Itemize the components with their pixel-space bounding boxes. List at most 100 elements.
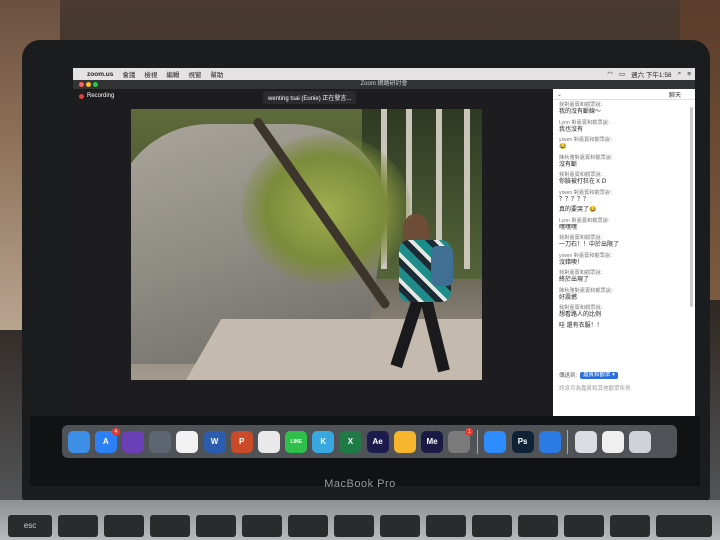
- chat-message: 我對嘉賓和觀眾說： 你臉被打狂在ＸＤ: [559, 172, 689, 186]
- chat-message: 陳秋雅對嘉賓和觀眾說： 沒有斷: [559, 155, 689, 169]
- battery-icon[interactable]: ▭: [619, 70, 625, 78]
- dock-separator: [567, 429, 569, 454]
- keyboard-key[interactable]: [150, 515, 190, 537]
- excel-icon[interactable]: X: [339, 430, 362, 453]
- chat-message-text: ？？？？？: [559, 196, 590, 203]
- esc-key[interactable]: esc: [8, 515, 52, 537]
- chat-message-text: 哇 還有衣服！！: [559, 322, 603, 329]
- menu-item-window[interactable]: 視窗: [188, 69, 201, 79]
- chat-message: yiwen 對嘉賓和觀眾說：？？？？？: [559, 190, 689, 204]
- keyboard-key[interactable]: [426, 515, 466, 537]
- keyboard-key[interactable]: [610, 515, 650, 537]
- keyboard-key[interactable]: [472, 515, 512, 537]
- chat-message: Lynn 對嘉賓和觀眾說： 嘿嘿嘿: [559, 218, 689, 232]
- chat-message-text: 我也沒有: [559, 126, 584, 133]
- keynote-icon[interactable]: [538, 430, 561, 453]
- chat-message: 我對嘉賓和觀眾說： 終於出現了: [559, 270, 689, 284]
- chat-message-sender: yiwen 對嘉賓和觀眾說：: [559, 137, 616, 143]
- chat-message-list[interactable]: 我對嘉賓和觀眾說： 我的沒有斷線～ Lynn 對嘉賓和觀眾說： 我也沒有 yiwen 對…: [553, 100, 695, 355]
- siri-icon[interactable]: [121, 430, 144, 453]
- chat-message-text: 我的沒有斷線～: [559, 109, 602, 115]
- document-icon[interactable]: [602, 430, 625, 453]
- preview-folder-icon[interactable]: [574, 430, 597, 453]
- menu-item-edit[interactable]: 編輯: [166, 69, 179, 79]
- trash-icon[interactable]: [629, 430, 652, 453]
- keyboard-key[interactable]: [104, 515, 144, 537]
- keyboard-key[interactable]: [196, 515, 236, 537]
- chat-input[interactable]: 訊息可為嘉賓和其他觀眾所見: [559, 384, 689, 392]
- chat-message-text: 你臉被打狂在ＸＤ: [559, 179, 608, 185]
- photos-icon[interactable]: [176, 430, 199, 453]
- search-icon[interactable]: ⌕: [678, 70, 682, 78]
- chat-message: 我對嘉賓和觀眾說： 我的沒有斷線～: [559, 102, 689, 116]
- chat-message-sender: 我對嘉賓和觀眾說：: [559, 235, 606, 241]
- window-close-button[interactable]: [79, 82, 84, 87]
- chat-message-text: 😂: [559, 144, 567, 150]
- app-store-icon[interactable]: A4: [94, 427, 120, 453]
- system-preferences-icon[interactable]: 1: [448, 427, 474, 453]
- window-titlebar: Zoom 網路研討會: [73, 80, 695, 89]
- chat-message: Lynn 對嘉賓和觀眾說： 我也沒有: [559, 120, 689, 134]
- chat-footer: 傳送到: 嘉賓和觀眾 ▾ 訊息可為嘉賓和其他觀眾所見: [553, 371, 695, 392]
- chrome-icon[interactable]: [257, 430, 280, 453]
- powerpoint-icon[interactable]: P: [230, 430, 253, 453]
- chat-message: yiwen 對嘉賓和觀眾說： 沒錯噢！: [559, 253, 689, 267]
- window-maximize-button[interactable]: [93, 82, 98, 87]
- chat-message-sender: 陳秋雅對嘉賓和觀眾說：: [559, 154, 617, 161]
- menubar-clock[interactable]: 週六 下午1:58: [631, 69, 671, 79]
- keyboard-key[interactable]: [334, 515, 374, 537]
- chat-message-text: 真的要哭了😂: [559, 207, 597, 213]
- keyboard-key[interactable]: [656, 515, 712, 537]
- menubar-app-name[interactable]: zoom.us: [87, 71, 113, 78]
- chat-message-text: 想看路人的比例: [559, 312, 602, 318]
- chat-message-sender: 我對嘉賓和觀眾說：: [559, 270, 606, 276]
- dock: A 4 W P LINE K X Ae Me 1 Ps: [62, 425, 677, 458]
- chat-message-sender: Lynn 對嘉賓和觀眾說：: [559, 217, 613, 224]
- chevron-down-icon[interactable]: ⌄: [557, 91, 567, 98]
- person-leg: [420, 297, 450, 373]
- send-to-dropdown[interactable]: 嘉賓和觀眾 ▾: [580, 371, 618, 379]
- after-effects-icon[interactable]: Ae: [366, 430, 389, 453]
- control-center-icon[interactable]: ≡: [687, 71, 691, 78]
- chat-title: 聊天: [668, 92, 681, 99]
- menu-item-help[interactable]: 幫助: [210, 69, 223, 79]
- chat-message-sender: 我對嘉賓和觀眾說：: [559, 172, 606, 178]
- chat-message-text: 沒錯噢！: [559, 259, 584, 266]
- menu-item-view[interactable]: 檢視: [144, 69, 157, 79]
- wifi-icon[interactable]: ◠: [607, 70, 613, 78]
- recording-indicator[interactable]: Recording: [79, 93, 114, 99]
- chat-message: 哇 還有衣服！！: [559, 323, 689, 330]
- word-icon[interactable]: W: [203, 430, 226, 453]
- chat-scrollbar[interactable]: [690, 107, 693, 307]
- active-speaker-label: wenting tsai (Eunie) 正在發言...: [263, 91, 357, 104]
- line-icon[interactable]: LINE: [285, 430, 308, 453]
- keyboard-key[interactable]: [288, 515, 328, 537]
- media-encoder-icon[interactable]: Me: [421, 430, 444, 453]
- menu-item-meeting[interactable]: 會議: [122, 69, 135, 79]
- chat-message: 真的要哭了😂: [559, 207, 689, 214]
- person-backpack: [431, 246, 453, 286]
- keyboard-key[interactable]: [58, 515, 98, 537]
- menubar: zoom.us 會議 檢視 編輯 視窗 幫助 ◠ ▭ 週六 下午1:58 ⌕ ≡: [73, 68, 695, 80]
- chat-message-sender: 我對嘉賓和觀眾說：: [559, 102, 606, 108]
- keyboard-key[interactable]: [564, 515, 604, 537]
- keyboard-key[interactable]: [242, 515, 282, 537]
- keyboard-key[interactable]: [518, 515, 558, 537]
- window-minimize-button[interactable]: [86, 82, 91, 87]
- keyboard-key[interactable]: [380, 515, 420, 537]
- zoom-icon[interactable]: [484, 430, 507, 453]
- chat-message-sender: yiwen 對嘉賓和觀眾說：: [559, 189, 616, 196]
- chat-message-text: 終於出現了: [559, 277, 590, 283]
- person-leg: [390, 297, 424, 369]
- kite-icon[interactable]: K: [312, 430, 335, 453]
- photoshop-icon[interactable]: Ps: [511, 430, 534, 453]
- chat-message-text: 嘿嘿嘿: [559, 224, 578, 231]
- chat-message-sender: Lynn 對嘉賓和觀眾說：: [559, 119, 613, 126]
- chat-message-sender: 我對嘉賓和觀眾說：: [559, 305, 606, 311]
- chat-message-text: 沒有斷: [559, 161, 578, 168]
- send-to-label: 傳送到:: [559, 373, 578, 379]
- chat-message: 我對嘉賓和觀眾說： 一刀石！！中於出限了: [559, 235, 689, 249]
- finder-icon[interactable]: [67, 430, 90, 453]
- launchpad-icon[interactable]: [149, 430, 172, 453]
- sketch-icon[interactable]: [393, 430, 416, 453]
